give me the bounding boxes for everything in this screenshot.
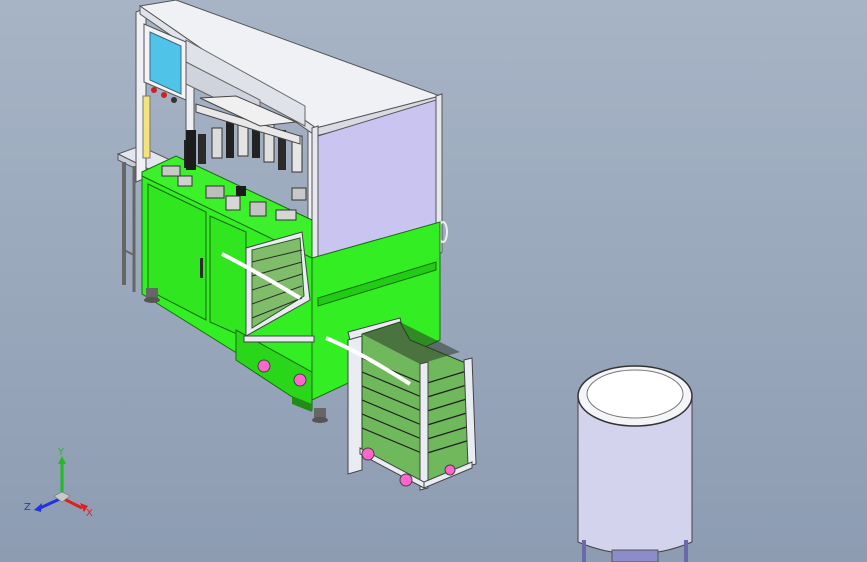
triad-x-axis: [61, 496, 88, 512]
hmi-monitor: [142, 23, 187, 159]
triad-z-label: Z: [24, 502, 31, 513]
machine-assembly-model[interactable]: [0, 0, 867, 562]
cad-graphics-viewport[interactable]: Y X Z: [0, 0, 867, 562]
cylindrical-tank[interactable]: [577, 365, 693, 562]
triad-z-axis: [34, 496, 63, 512]
triad-x-label: X: [86, 508, 93, 519]
rack-cart-2[interactable]: [325, 317, 477, 491]
triad-y-label: Y: [57, 447, 65, 458]
orientation-triad: Y X Z: [24, 447, 93, 519]
